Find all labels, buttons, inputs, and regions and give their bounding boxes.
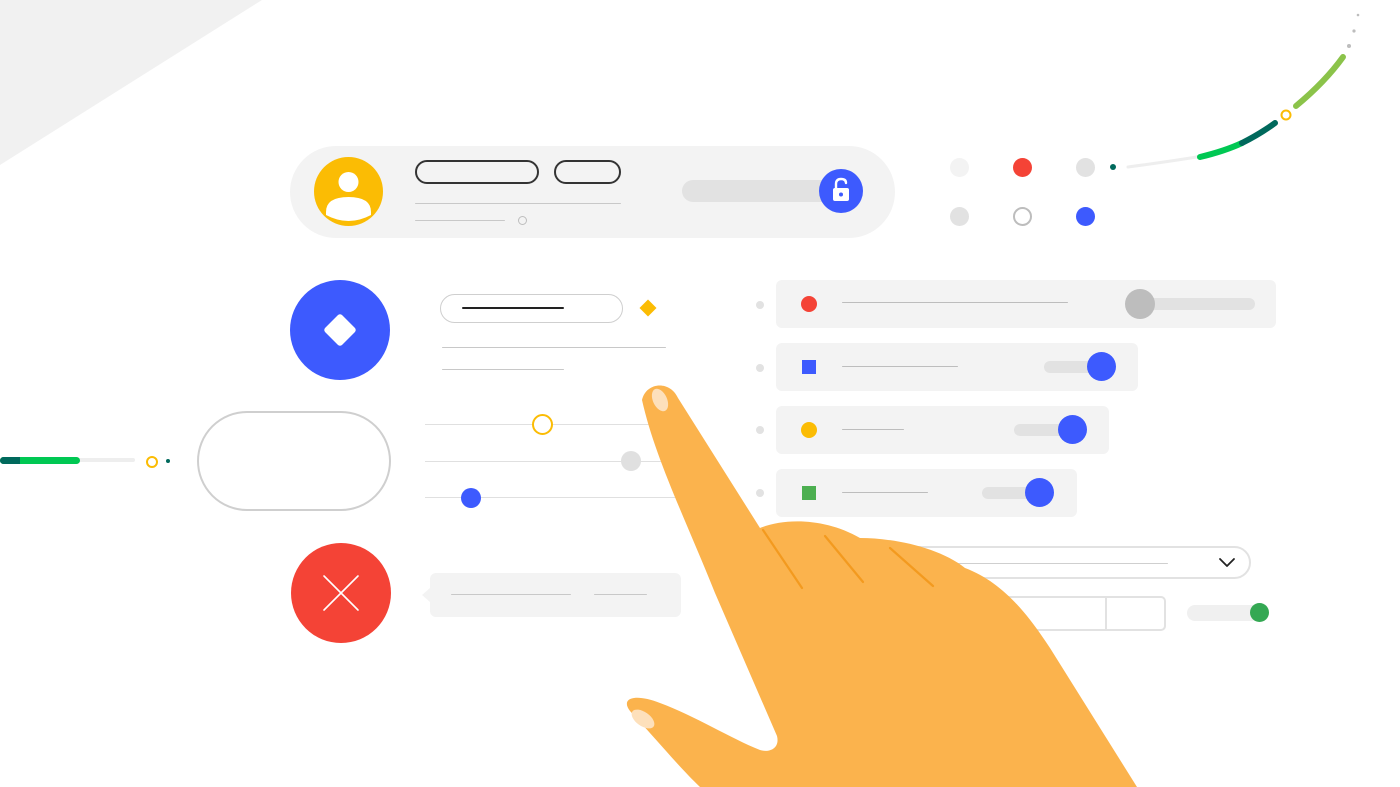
list-item[interactable] <box>776 280 1276 328</box>
diamond-icon <box>324 314 356 346</box>
arc-progress-decoration <box>1110 13 1360 170</box>
color-swatch-red[interactable] <box>1013 158 1032 177</box>
text-line <box>442 347 666 348</box>
primary-action-button[interactable] <box>290 280 390 380</box>
progress-end-dot <box>166 459 170 463</box>
name-placeholder-pill <box>415 160 539 184</box>
slider-thumb-1[interactable] <box>532 414 553 435</box>
color-swatch-blue[interactable] <box>1076 207 1095 226</box>
color-swatch-1[interactable] <box>950 158 969 177</box>
profile-line <box>415 203 621 204</box>
color-swatch-4[interactable] <box>950 207 969 226</box>
red-dot-icon <box>801 296 817 312</box>
progress-marker <box>146 456 158 468</box>
close-icon <box>323 575 359 611</box>
toggle-thumb-on[interactable] <box>1250 603 1269 622</box>
toggle-thumb-on[interactable] <box>1087 352 1116 381</box>
list-item-line <box>842 302 1068 303</box>
status-dot <box>518 216 527 225</box>
chevron-down-icon <box>1219 558 1235 567</box>
pin-field-track <box>682 180 842 202</box>
profile-card <box>290 146 895 238</box>
color-swatch-empty[interactable] <box>1013 207 1032 226</box>
profile-line-short <box>415 220 505 221</box>
person-icon[interactable] <box>314 157 383 226</box>
close-button[interactable] <box>291 543 391 643</box>
list-item-line <box>842 366 958 367</box>
tooltip-line <box>451 594 571 595</box>
unlock-icon <box>833 177 849 201</box>
list-bullet <box>756 364 764 372</box>
text-field-value-line <box>462 307 564 309</box>
text-field[interactable] <box>440 294 623 323</box>
list-bullet <box>756 301 764 309</box>
tag-placeholder-pill <box>554 160 621 184</box>
text-line-short <box>442 369 564 370</box>
linear-progress <box>0 457 135 464</box>
toggle-thumb-off[interactable] <box>1125 289 1155 319</box>
blue-square-icon <box>802 360 816 374</box>
diamond-marker-icon <box>639 299 657 317</box>
toggle-track[interactable] <box>1187 605 1259 621</box>
color-swatch-3[interactable] <box>1076 158 1095 177</box>
unlock-button[interactable] <box>819 169 863 213</box>
outlined-button[interactable] <box>197 411 391 511</box>
pointing-hand-illustration <box>626 385 1137 787</box>
background-corner-shape <box>0 0 262 165</box>
slider-thumb-3[interactable] <box>461 488 481 508</box>
